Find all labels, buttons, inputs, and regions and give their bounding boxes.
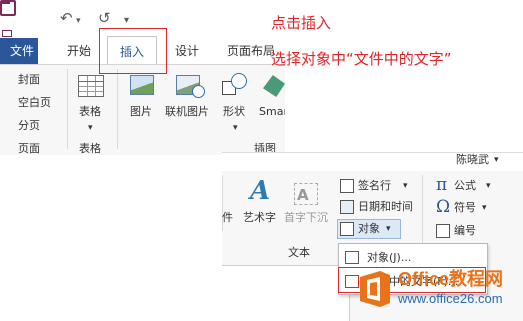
- signature-line-button[interactable]: 签名行: [358, 179, 391, 193]
- shapes-icon[interactable]: [222, 73, 248, 99]
- tab-file[interactable]: 文件: [0, 38, 38, 64]
- undo-icon[interactable]: ↶: [60, 8, 73, 28]
- signature-line-dropdown-icon[interactable]: ▾: [403, 179, 408, 193]
- table-dropdown-icon[interactable]: ▾: [88, 121, 93, 135]
- shapes-button[interactable]: 形状: [223, 105, 245, 119]
- instruction-step-2: 选择对象中“文件中的文字”: [271, 50, 452, 68]
- group-label-text: 文本: [288, 246, 310, 259]
- cover-page-button[interactable]: 封面: [18, 73, 40, 87]
- symbol-button[interactable]: 符号: [454, 201, 476, 215]
- watermark-site-name: Office教程网: [398, 269, 504, 289]
- instruction-step-1: 点击插入: [271, 14, 332, 32]
- equation-dropdown-icon[interactable]: ▾: [486, 179, 491, 193]
- group-label-tables: 表格: [79, 142, 101, 155]
- table-button[interactable]: 表格: [79, 105, 101, 119]
- signature-line-icon[interactable]: [340, 179, 354, 193]
- blank-page-button[interactable]: 空白页: [18, 96, 51, 110]
- ribbon-insert-panel: 封面 空白页 分页 页面 表格 ▾ 表格 图片 联机图片 形状 ▾ Smar 插…: [0, 64, 285, 155]
- date-time-icon[interactable]: [340, 200, 354, 214]
- group-divider: [117, 69, 118, 149]
- highlight-box-insert-tab: [99, 28, 167, 74]
- title-strip: 陈晓武 ▾: [222, 153, 523, 171]
- save-icon[interactable]: [0, 0, 16, 16]
- online-pictures-button[interactable]: 联机图片: [165, 105, 209, 119]
- office-logo-icon: [360, 271, 390, 307]
- wordart-icon[interactable]: A: [250, 177, 270, 205]
- group-divider: [67, 69, 68, 149]
- watermark-url: www.office26.com: [398, 291, 503, 306]
- picture-icon[interactable]: [130, 75, 154, 95]
- smartart-icon[interactable]: [263, 75, 285, 97]
- number-icon[interactable]: [436, 224, 450, 238]
- date-time-button[interactable]: 日期和时间: [358, 200, 413, 214]
- equation-button[interactable]: 公式: [454, 179, 476, 193]
- wordart-button[interactable]: 艺术字: [243, 211, 276, 225]
- undo-dropdown-icon[interactable]: ▾: [76, 11, 81, 31]
- symbol-dropdown-icon[interactable]: ▾: [482, 201, 487, 215]
- tab-layout[interactable]: 页面布局: [227, 43, 275, 59]
- watermark: Office教程网 www.office26.com: [356, 263, 523, 321]
- number-button[interactable]: 编号: [454, 224, 476, 238]
- shapes-dropdown-icon[interactable]: ▾: [233, 121, 238, 135]
- pictures-button[interactable]: 图片: [130, 105, 152, 119]
- tab-design[interactable]: 设计: [175, 43, 199, 59]
- group-label-pages: 页面: [18, 142, 40, 155]
- object-icon: [340, 222, 354, 236]
- globe-icon: [192, 85, 205, 98]
- object-dropdown-icon[interactable]: ▾: [386, 222, 391, 236]
- document-page: [222, 265, 350, 321]
- user-dropdown-icon[interactable]: ▾: [494, 153, 499, 167]
- smartart-button[interactable]: Smar: [259, 105, 285, 119]
- group-divider: [422, 175, 423, 253]
- redo-icon[interactable]: ↺: [98, 8, 111, 28]
- dropcap-button[interactable]: 首字下沉: [284, 211, 328, 225]
- dropcap-icon[interactable]: [294, 183, 318, 205]
- page-break-button[interactable]: 分页: [18, 119, 40, 133]
- object-button-label: 对象: [358, 222, 380, 235]
- ribbon-screenshot-top: ↶ ▾ ↺ ▾ 文件 开始 设计 页面布局 封面 空白页 分页 页面 表格 ▾ …: [0, 0, 285, 155]
- tab-home[interactable]: 开始: [67, 43, 91, 59]
- equation-icon[interactable]: π: [436, 176, 447, 194]
- table-icon[interactable]: [78, 75, 104, 97]
- textbox-button-partial[interactable]: 件: [222, 211, 233, 225]
- symbol-icon[interactable]: Ω: [436, 198, 450, 216]
- user-name[interactable]: 陈晓武: [456, 153, 489, 167]
